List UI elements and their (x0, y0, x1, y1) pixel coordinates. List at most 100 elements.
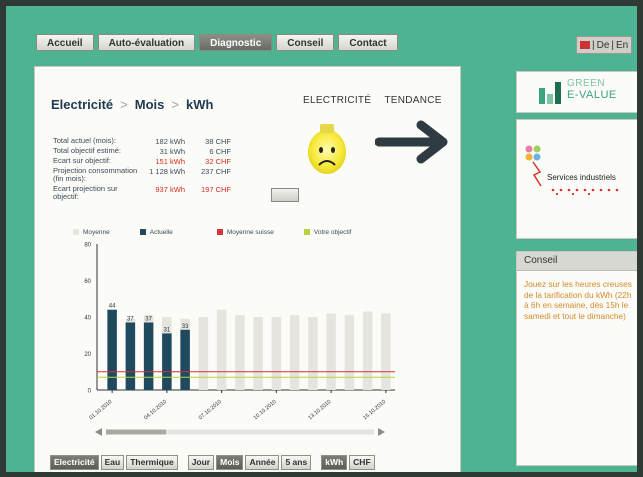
tab-conseil[interactable]: Conseil (276, 34, 335, 51)
bar-moyenne (344, 315, 355, 390)
bar-data-label: 37 (145, 316, 152, 322)
lang-sep-2: | (611, 39, 615, 51)
bar-actuelle (107, 309, 117, 390)
tab-auto-evaluation[interactable]: Auto-évaluation (97, 34, 196, 51)
app-screen: Accueil Auto-évaluation Diagnostic Conse… (6, 6, 637, 472)
consumption-chart: 0 20 40 60 80 44 37 37 31 33 01.10.2010 04.10.2010 0… (84, 243, 395, 421)
bar-moyenne (326, 313, 336, 390)
bar-moyenne (271, 317, 282, 390)
bar-actuelle (125, 322, 136, 390)
y-tick-label: 60 (84, 279, 91, 285)
filter-kwh[interactable]: kWh (321, 455, 348, 470)
bar-data-label: 33 (182, 324, 189, 330)
bar-data-label: 44 (109, 304, 116, 310)
filter-bar: Electricité Eau Thermique Jour Mois Anné… (50, 455, 375, 470)
filter-annee[interactable]: Année (245, 455, 280, 470)
lang-sep-1: | (592, 39, 595, 51)
stat-chf: 6 CHF (209, 147, 231, 156)
filter-thermique[interactable]: Thermique (126, 455, 178, 470)
services-industriels-logo[interactable]: Services industriels (516, 119, 637, 239)
bar-data-label: 31 (164, 327, 171, 333)
scroll-thumb (106, 429, 166, 435)
tip-title: Conseil (517, 252, 637, 271)
scroll-left-icon (95, 428, 102, 436)
green-evalue-logo[interactable]: GREEN E-VALUE (516, 71, 637, 113)
stat-label: Total actuel (mois): (53, 136, 116, 145)
filter-jour[interactable]: Jour (187, 455, 215, 470)
breadcrumb-unit[interactable]: kWh (186, 97, 213, 112)
view-tendance[interactable]: TENDANCE (384, 95, 441, 106)
x-tick-label: 01.10.2010 (88, 399, 113, 421)
stat-row: Ecart projection sur objectif: 937 kWh 1… (53, 185, 231, 203)
stat-kwh: 1 128 kWh (149, 167, 185, 176)
language-switcher: | De | En (576, 36, 633, 54)
stat-label: Projection consommation (fin mois): (53, 166, 138, 183)
x-tick-label: 04.10.2010 (143, 399, 168, 421)
bar-moyenne (235, 315, 245, 390)
bar-moyenne (289, 315, 300, 390)
lang-de[interactable]: De (597, 40, 610, 51)
tip-panel: Conseil Jouez sur les heures creuses de … (516, 251, 637, 466)
stat-kwh: 151 kWh (155, 157, 185, 166)
bar-data-label: 37 (127, 316, 134, 322)
x-tick-label: 13.10.2010 (307, 399, 332, 421)
tip-text: Jouez sur les heures creuses de la tarif… (524, 279, 632, 321)
stat-chf: 32 CHF (205, 157, 231, 166)
y-tick-label: 20 (84, 352, 91, 358)
stat-label: Ecart sur objectif: (53, 156, 111, 165)
flag-icon[interactable] (580, 41, 590, 49)
chart-scrollbar[interactable] (95, 428, 385, 436)
sad-lightbulb-icon (308, 124, 346, 174)
filter-chf[interactable]: CHF (349, 455, 375, 470)
bar-actuelle (162, 333, 172, 390)
breadcrumb-energy[interactable]: Electricité (51, 97, 113, 112)
services-name: Services industriels (547, 173, 616, 182)
stat-label: Ecart projection sur objectif: (53, 184, 118, 201)
stat-chf: 237 CHF (200, 167, 231, 176)
breadcrumb-period[interactable]: Mois (135, 97, 165, 112)
bar-moyenne (198, 317, 209, 390)
breadcrumb-sep: > (120, 97, 128, 112)
main-nav: Accueil Auto-évaluation Diagnostic Conse… (36, 34, 398, 51)
tab-contact[interactable]: Contact (338, 34, 398, 51)
stat-chf: 197 CHF (200, 185, 231, 194)
filter-mois[interactable]: Mois (216, 455, 244, 470)
x-tick-label: 07.10.2010 (198, 399, 223, 421)
y-tick-label: 40 (84, 316, 91, 322)
view-switch: ELECTRICITÉ TENDANCE (303, 95, 442, 106)
filter-electricite[interactable]: Electricité (50, 455, 99, 470)
bar-moyenne (253, 317, 263, 390)
filter-5-ans[interactable]: 5 ans (281, 455, 312, 470)
stat-kwh: 31 kWh (159, 147, 185, 156)
bar-moyenne (381, 313, 391, 390)
scroll-right-icon (378, 428, 385, 436)
stat-label: Total objectif estimé: (53, 146, 121, 155)
bar-moyenne (362, 311, 373, 390)
x-tick-label: 10.10.2010 (253, 399, 278, 421)
stat-row: Projection consommation (fin mois): 1 12… (53, 167, 231, 185)
stat-kwh: 937 kWh (155, 185, 185, 194)
x-tick-label: 16.10.2010 (362, 399, 387, 421)
stat-chf: 38 CHF (205, 137, 231, 146)
stat-kwh: 182 kWh (155, 137, 185, 146)
diagnostic-panel: Electricité > Mois > kWh ELECTRICITÉ TEN… (34, 66, 461, 472)
y-tick-label: 0 (88, 389, 92, 395)
breadcrumb: Electricité > Mois > kWh (51, 97, 213, 112)
bar-actuelle (180, 329, 190, 390)
filter-eau[interactable]: Eau (100, 455, 125, 470)
bar-moyenne (216, 309, 227, 390)
logo-text-evalue: E-VALUE (567, 89, 617, 101)
tab-accueil[interactable]: Accueil (36, 34, 94, 51)
trend-arrow-icon (375, 120, 448, 164)
stats-table: Total actuel (mois): 182 kWh 38 CHF Tota… (53, 137, 231, 203)
tab-diagnostic[interactable]: Diagnostic (199, 34, 273, 51)
breadcrumb-sep: > (171, 97, 179, 112)
bar-actuelle (143, 322, 154, 390)
bars-logo-icon (539, 82, 561, 104)
projection-toggle-button[interactable] (271, 188, 299, 202)
y-tick-label: 80 (84, 243, 91, 249)
lang-en[interactable]: En (616, 40, 628, 51)
view-electricite[interactable]: ELECTRICITÉ (303, 95, 371, 106)
logo-text-green: GREEN (567, 78, 606, 89)
bar-moyenne (308, 317, 318, 390)
